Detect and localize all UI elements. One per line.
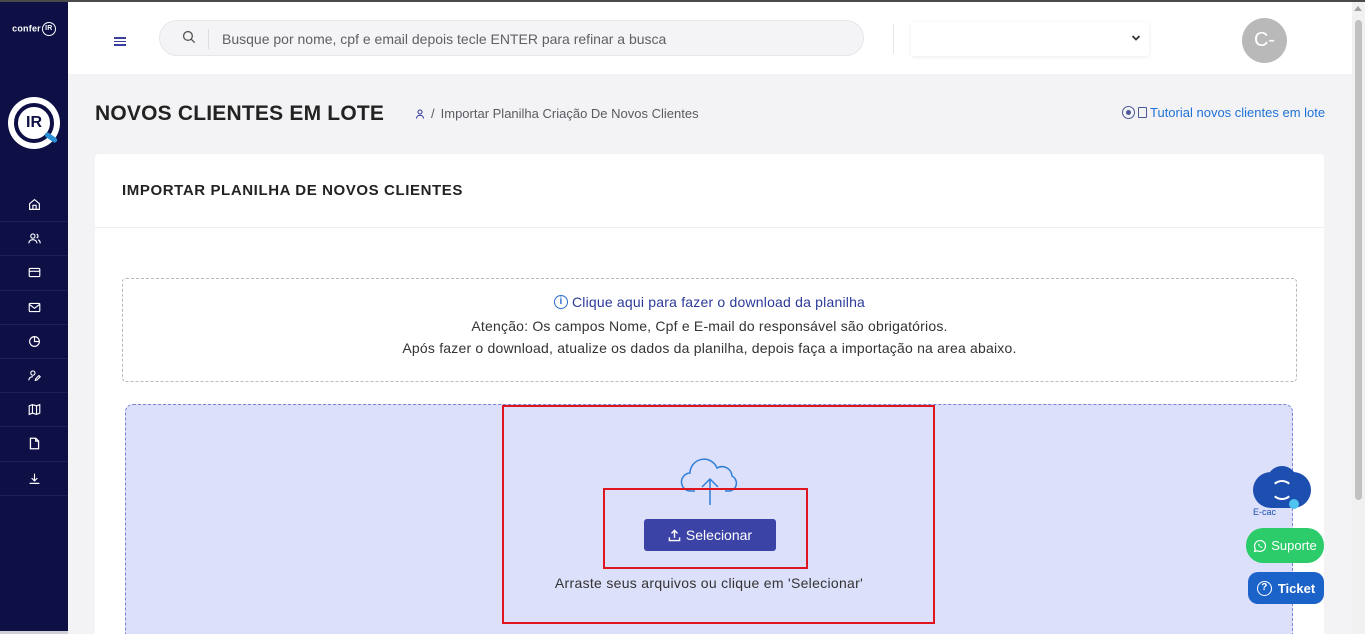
search-input[interactable] (222, 29, 842, 49)
mail-icon (28, 302, 40, 312)
question-circle-icon: ? (1256, 580, 1272, 596)
sidebar-item-user-edit[interactable] (0, 359, 68, 394)
brand-wordmark[interactable]: confer IR (0, 22, 68, 36)
page-title: NOVOS CLIENTES EM LOTE (95, 102, 385, 125)
home-icon (28, 198, 40, 211)
sidebar-item-card[interactable] (0, 256, 68, 291)
ticket-button[interactable]: ? Ticket (1248, 572, 1324, 604)
status-dot (1289, 499, 1299, 509)
card-divider (95, 227, 1324, 228)
support-whatsapp-button[interactable]: Suporte (1246, 528, 1324, 563)
card-title: IMPORTAR PLANILHA DE NOVOS CLIENTES (122, 182, 464, 199)
breadcrumb-separator: / (431, 106, 435, 121)
download-link-label: Clique aqui para fazer o download da pla… (571, 294, 866, 310)
sidebar-item-reports[interactable] (0, 325, 68, 359)
ecac-label: E-cac (1253, 507, 1277, 517)
sidebar-item-download[interactable] (0, 462, 68, 496)
ticket-label: Ticket (1277, 580, 1316, 596)
chevron-down-icon (1131, 35, 1141, 41)
tutorial-link[interactable]: Tutorial novos clientes em lote (1122, 105, 1325, 120)
sidebar-nav (0, 188, 68, 496)
attention-text: Atenção: Os campos Nome, Cpf e E-mail do… (471, 318, 948, 334)
menu-toggle-icon[interactable] (114, 37, 126, 47)
scroll-up-arrow-icon[interactable] (1354, 6, 1362, 11)
company-select[interactable] (911, 22, 1149, 56)
page-scrollbar[interactable] (1352, 2, 1365, 634)
user-icon[interactable] (415, 108, 425, 119)
user-avatar[interactable]: C- (1242, 18, 1287, 63)
download-icon (29, 473, 39, 484)
users-icon (27, 233, 41, 244)
company-logo[interactable]: IR (8, 97, 60, 149)
credit-card-icon (28, 268, 40, 278)
instructions-box: i Clique aqui para fazer o download da p… (122, 278, 1297, 382)
breadcrumb-current: Importar Planilha Criação De Novos Clien… (440, 106, 699, 121)
book-open-icon (28, 404, 40, 416)
download-spreadsheet-link[interactable]: i Clique aqui para fazer o download da p… (553, 294, 866, 310)
sidebar-item-users[interactable] (0, 222, 68, 257)
sidebar-item-home[interactable] (0, 188, 68, 223)
search-divider (208, 29, 209, 49)
instructions-text: Após fazer o download, atualize os dados… (402, 340, 1017, 356)
sidebar: confer IR IR (0, 2, 68, 634)
info-icon: i (553, 295, 568, 309)
header-divider (893, 24, 894, 54)
ecac-widget[interactable]: E-cac (1251, 466, 1311, 517)
suporte-label: Suporte (1271, 538, 1317, 553)
whatsapp-icon (1253, 539, 1267, 552)
sync-arrows-icon (1271, 480, 1293, 500)
breadcrumb: / Importar Planilha Criação De Novos Cli… (415, 106, 699, 121)
sidebar-item-file[interactable] (0, 427, 68, 462)
tutorial-link-label: Tutorial novos clientes em lote (1150, 105, 1326, 120)
sidebar-item-mail[interactable] (0, 291, 68, 325)
search-icon[interactable] (182, 30, 196, 44)
record-icon (1122, 106, 1135, 119)
scrollbar-thumb[interactable] (1355, 20, 1362, 500)
top-header: C- (68, 2, 1352, 74)
sidebar-item-book[interactable] (0, 393, 68, 428)
document-icon (1138, 107, 1147, 118)
highlight-box-inner (603, 488, 808, 569)
brand-name: confer (12, 23, 41, 34)
search-bar (159, 20, 864, 56)
file-icon (29, 437, 39, 450)
pie-chart-icon (28, 335, 40, 347)
user-edit-icon (27, 370, 41, 382)
brand-mark: IR (41, 22, 56, 36)
